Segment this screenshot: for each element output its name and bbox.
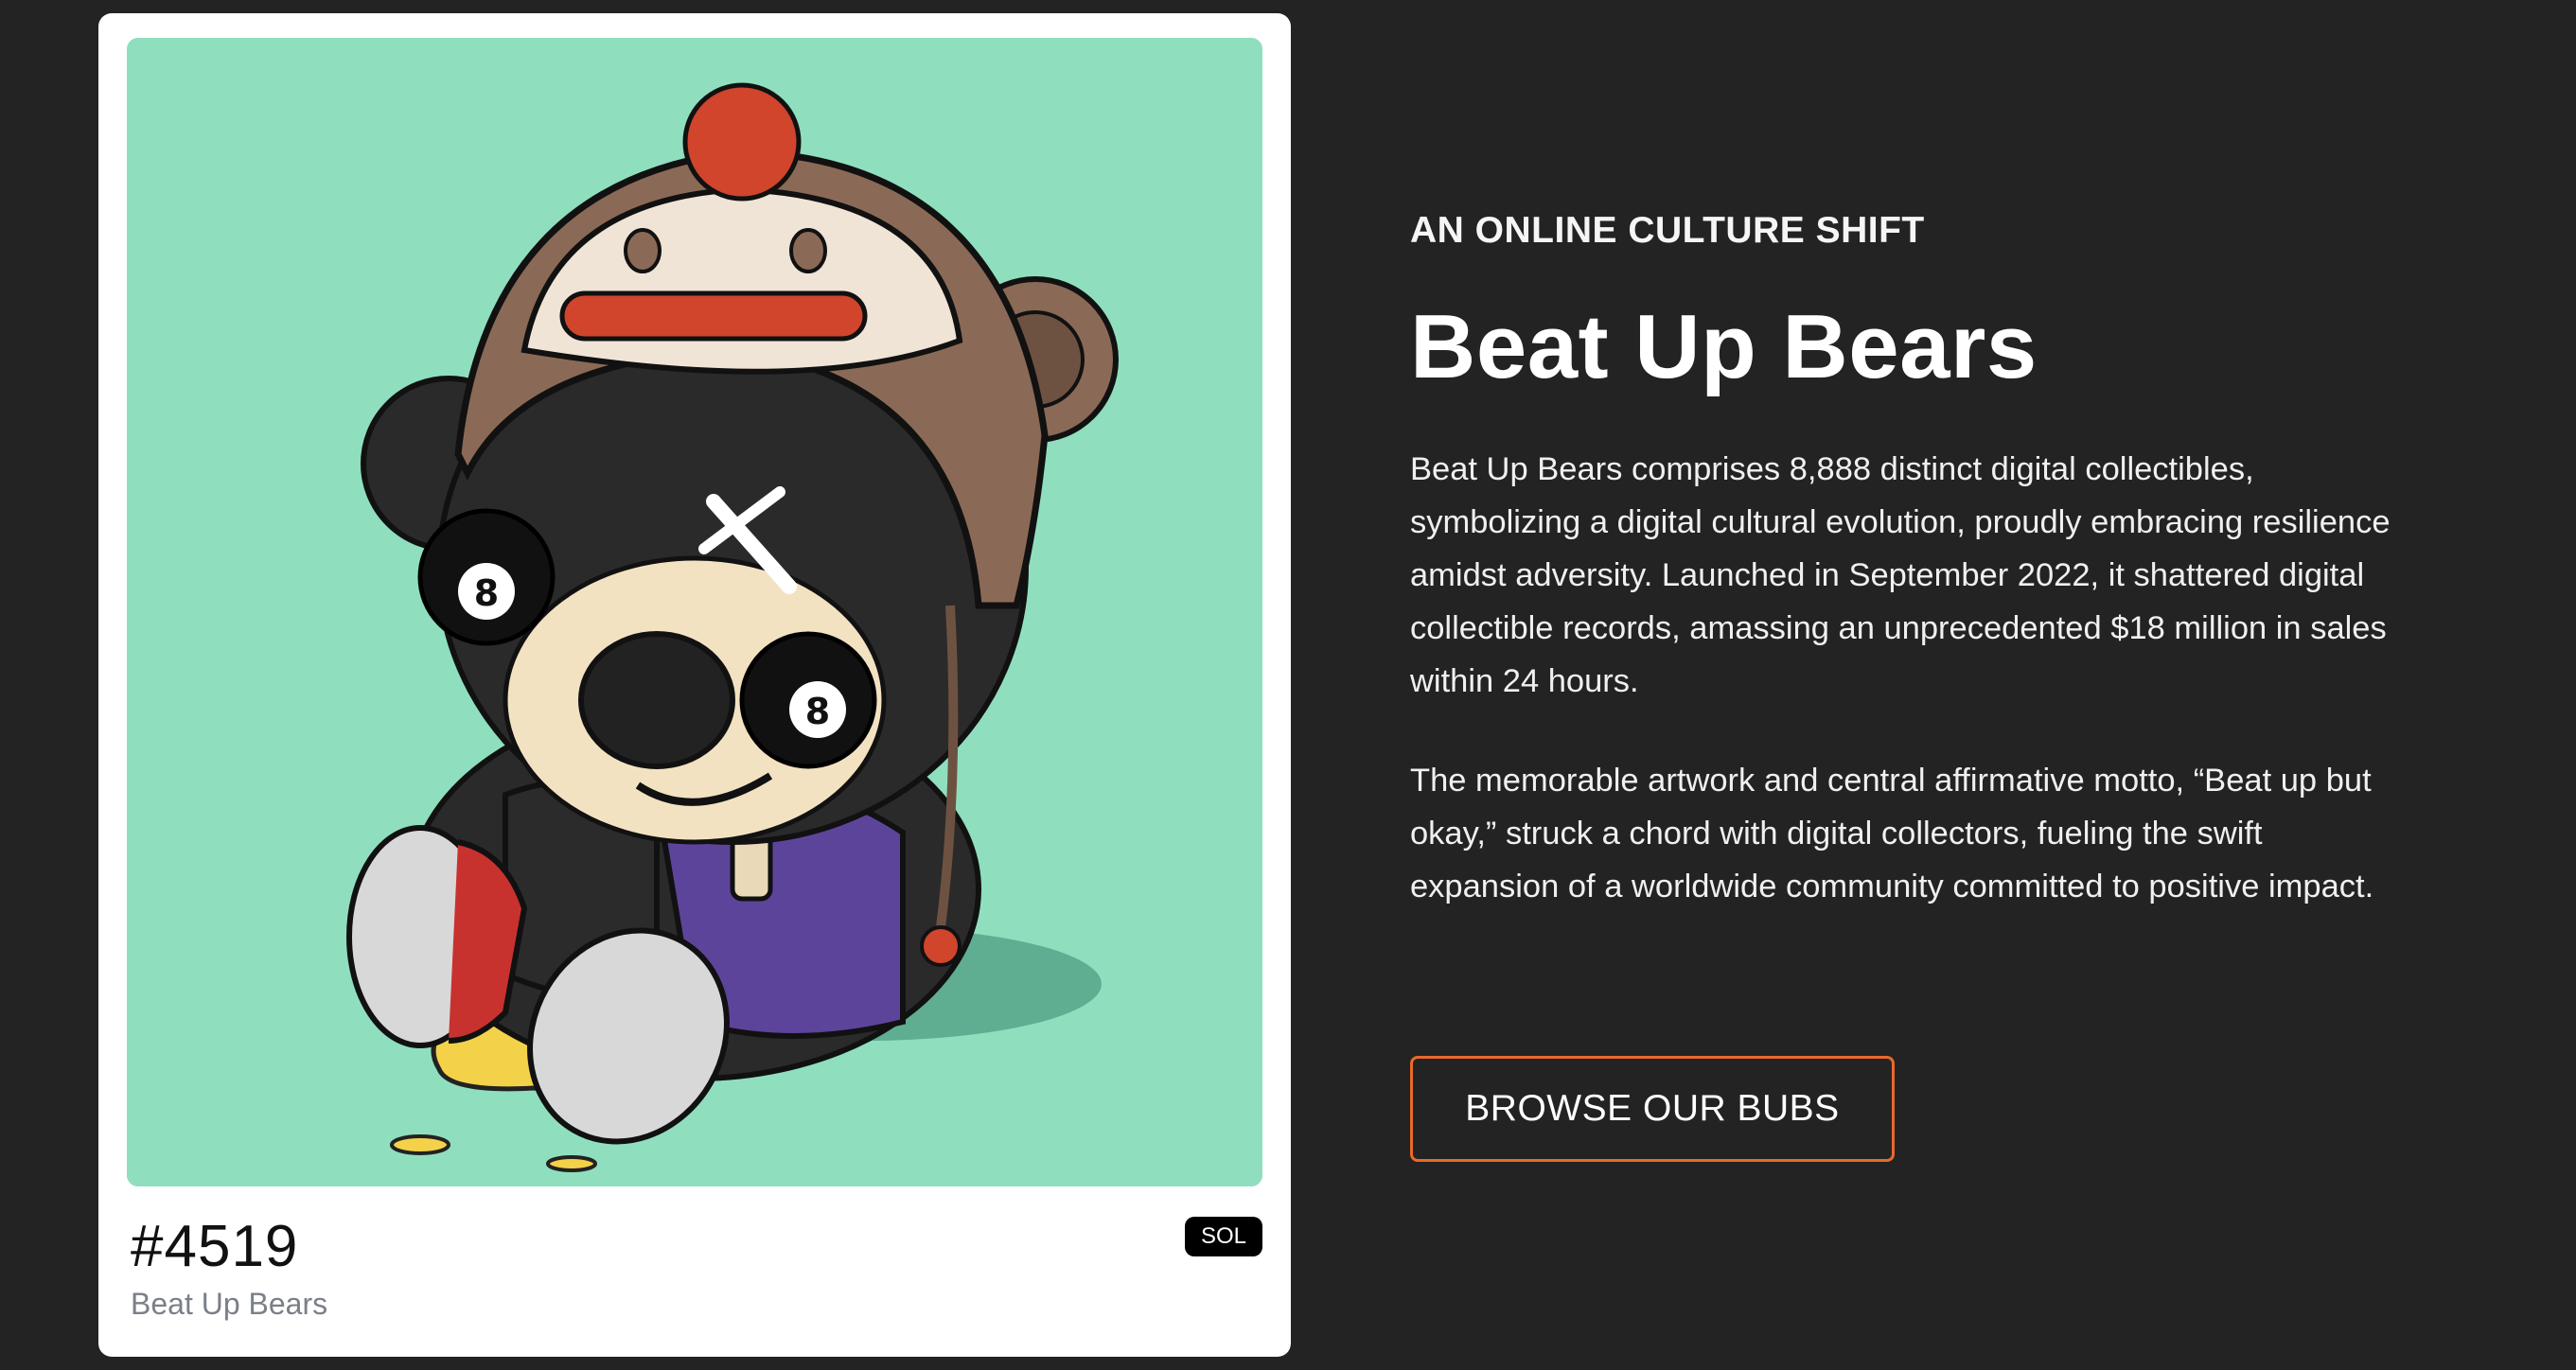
svg-text:8: 8	[805, 691, 830, 732]
page: 8 8 #4519 Beat Up Bears SOL AN ONLINE CU…	[0, 0, 2576, 1370]
chain-badge: SOL	[1185, 1217, 1262, 1256]
collection-name: Beat Up Bears	[131, 1287, 328, 1321]
nft-card[interactable]: 8 8 #4519 Beat Up Bears SOL	[98, 13, 1291, 1357]
svg-text:8: 8	[474, 572, 499, 614]
nft-artwork-bear-image[interactable]: 8 8	[127, 38, 1262, 1186]
token-id: #4519	[131, 1214, 299, 1279]
description-paragraph-2: The memorable artwork and central affirm…	[1410, 763, 2374, 905]
description-paragraph-1: Beat Up Bears comprises 8,888 distinct d…	[1410, 451, 2391, 699]
page-title: Beat Up Bears	[1410, 296, 2038, 397]
browse-bubs-button[interactable]: BROWSE OUR BUBS	[1410, 1056, 1895, 1162]
eyebrow-text: AN ONLINE CULTURE SHIFT	[1410, 210, 1925, 251]
